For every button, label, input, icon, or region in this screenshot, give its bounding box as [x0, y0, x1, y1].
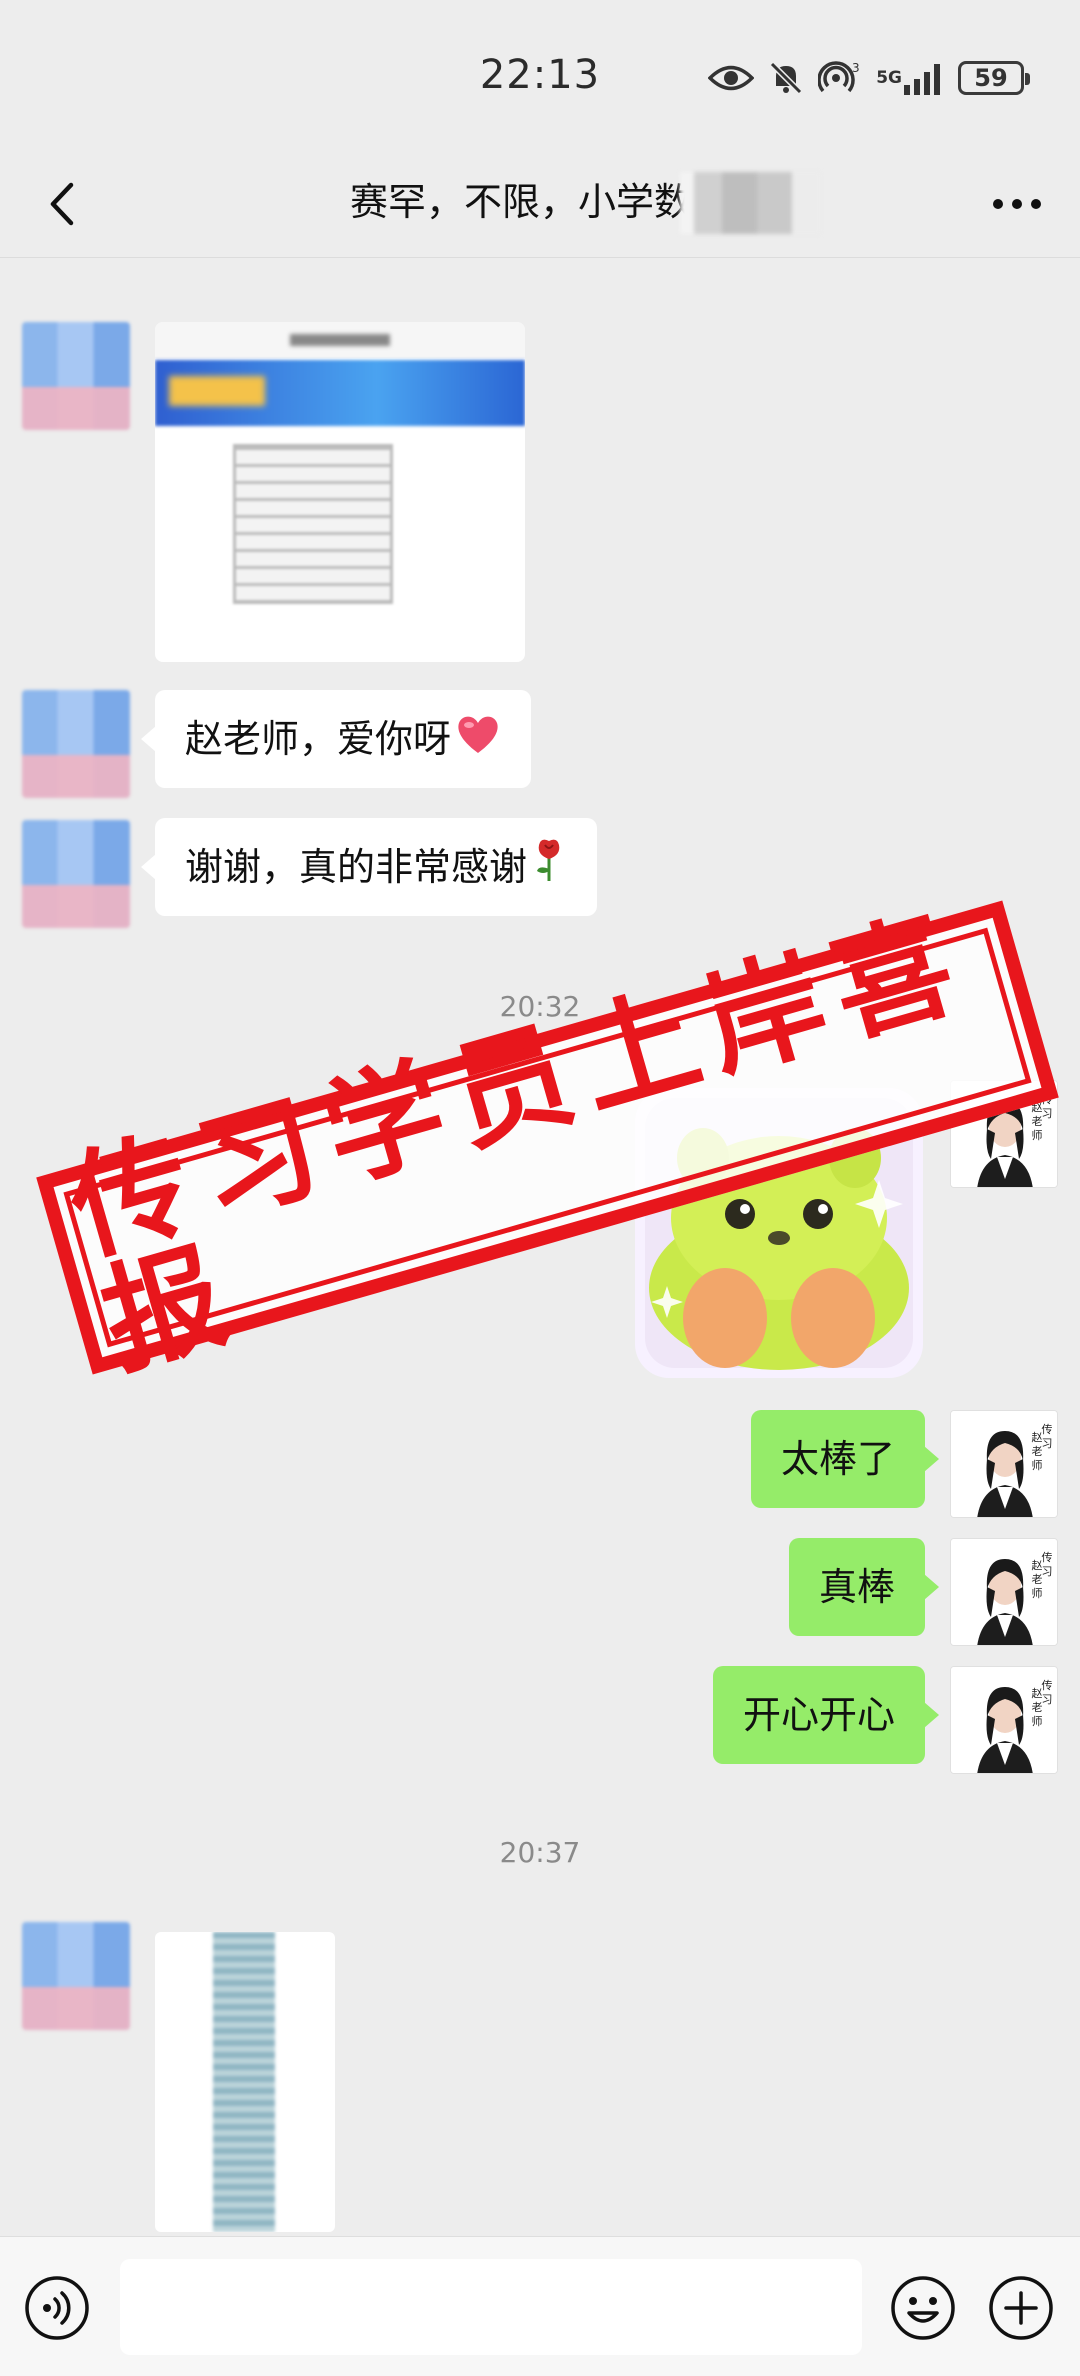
rose-icon	[531, 821, 567, 919]
svg-text:赵: 赵	[1032, 1686, 1043, 1700]
teacher-avatar[interactable]: 传习赵老师	[950, 1666, 1058, 1774]
message-input[interactable]	[120, 2259, 862, 2355]
chat-header: 赛罕，不限，小学数学	[0, 150, 1080, 258]
teacher-avatar[interactable]: 传习赵老师	[950, 1410, 1058, 1518]
svg-text:习: 习	[1042, 1107, 1053, 1120]
voice-button[interactable]	[22, 2273, 92, 2343]
status-bar: 22:13 3 5G 59	[0, 0, 1080, 150]
emoji-button[interactable]	[888, 2273, 958, 2343]
message-text: 谢谢，真的非常感谢	[185, 845, 528, 889]
message-bubble[interactable]: 真棒	[788, 1538, 940, 1636]
timestamp: 20:37	[499, 1836, 581, 1869]
plus-icon	[989, 2276, 1053, 2340]
image-message[interactable]	[155, 1932, 335, 2232]
battery-icon: 59	[958, 61, 1030, 95]
redacted-title-part	[680, 172, 820, 234]
svg-text:3: 3	[852, 61, 860, 75]
plus-button[interactable]	[986, 2273, 1056, 2343]
svg-text:师: 师	[1032, 1715, 1043, 1728]
input-bar	[0, 2236, 1080, 2376]
message-bubble[interactable]: 赵老师，爱你呀	[140, 690, 532, 791]
message-text: 赵老师，爱你呀	[185, 717, 452, 761]
message-bubble[interactable]: 太棒了	[750, 1410, 940, 1508]
svg-text:传: 传	[1042, 1423, 1053, 1436]
message-text: 开心开心	[742, 1693, 895, 1737]
chat-title: 赛罕，不限，小学数学	[349, 180, 730, 224]
status-icons: 3 5G 59	[708, 56, 1030, 100]
svg-text:师: 师	[1032, 1459, 1043, 1472]
svg-text:赵: 赵	[1032, 1558, 1043, 1572]
teacher-photo-icon: 传习赵老师	[951, 1667, 1057, 1773]
contact-avatar[interactable]	[22, 690, 130, 798]
svg-text:习: 习	[1042, 1437, 1053, 1450]
voice-icon	[25, 2276, 89, 2340]
contact-avatar[interactable]	[22, 1922, 130, 2030]
contact-avatar[interactable]	[22, 322, 130, 430]
svg-text:传: 传	[1042, 1551, 1053, 1564]
heart-icon	[455, 693, 501, 791]
svg-text:师: 师	[1032, 1587, 1043, 1600]
contact-avatar[interactable]	[22, 820, 130, 928]
message-bubble[interactable]: 谢谢，真的非常感谢	[140, 818, 598, 919]
bell-muted-icon	[768, 60, 804, 96]
svg-text:习: 习	[1042, 1565, 1053, 1578]
signal-icon: 5G	[876, 61, 944, 95]
message-text: 太棒了	[780, 1437, 895, 1481]
emoji-icon	[891, 2276, 955, 2340]
eye-icon	[708, 63, 755, 93]
svg-text:传: 传	[1042, 1679, 1053, 1692]
svg-text:赵: 赵	[1032, 1430, 1043, 1444]
teacher-avatar[interactable]: 传习赵老师	[950, 1538, 1058, 1646]
svg-text:习: 习	[1042, 1693, 1053, 1706]
message-text: 真棒	[818, 1565, 895, 1609]
more-dots-icon	[993, 199, 1041, 209]
svg-text:老: 老	[1032, 1573, 1043, 1586]
teacher-photo-icon: 传习赵老师	[951, 1411, 1057, 1517]
svg-text:师: 师	[1032, 1129, 1043, 1142]
teacher-photo-icon: 传习赵老师	[951, 1539, 1057, 1645]
svg-text:老: 老	[1032, 1445, 1043, 1458]
svg-text:老: 老	[1032, 1701, 1043, 1714]
message-bubble[interactable]: 开心开心	[712, 1666, 940, 1764]
hotspot-icon: 3	[818, 60, 862, 96]
image-message[interactable]	[155, 322, 525, 662]
more-options-button[interactable]	[982, 172, 1052, 236]
